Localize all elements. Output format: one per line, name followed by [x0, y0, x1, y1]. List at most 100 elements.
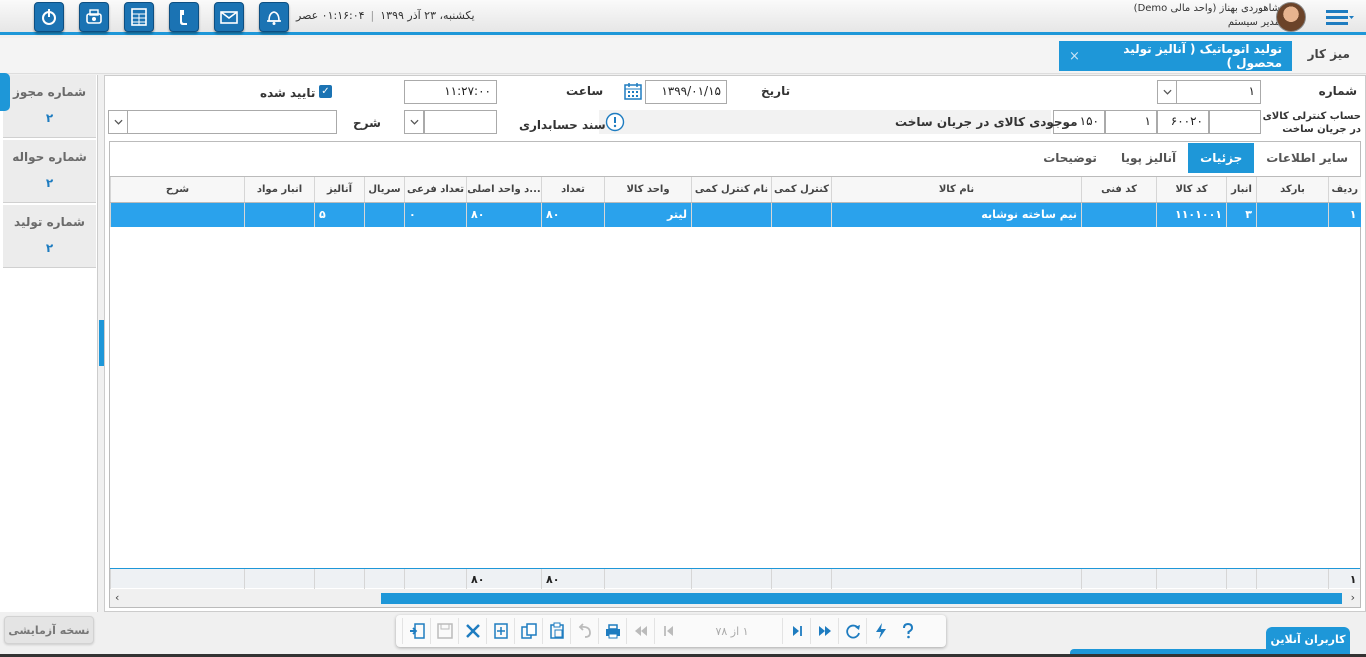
description-input[interactable] [126, 110, 337, 134]
license-number-value[interactable]: ۲ [3, 111, 96, 125]
time-label: ساعت [566, 84, 604, 98]
bell-icon[interactable] [259, 2, 289, 32]
table-cell[interactable]: ۰ [404, 202, 467, 227]
info-icon[interactable] [605, 112, 625, 132]
help-icon[interactable] [894, 618, 922, 644]
column-header[interactable]: شرح [110, 177, 245, 203]
lightning-icon[interactable] [866, 618, 894, 644]
control-account-field-2[interactable]: ۶۰۰۲۰ [1157, 110, 1209, 134]
hamburger-menu-icon[interactable] [1326, 9, 1354, 27]
horizontal-scrollbar[interactable]: ‹ › [110, 589, 1360, 607]
calculator-icon[interactable] [124, 2, 154, 32]
column-header[interactable]: ...د واحد اصلی [466, 177, 542, 203]
voucher-input[interactable] [424, 110, 497, 134]
remittance-number-value[interactable]: ۲ [3, 176, 96, 190]
column-header[interactable]: نام کالا [831, 177, 1082, 203]
details-grid: ردیف بارکد انبار کد کالا کد فنی نام کالا… [110, 176, 1361, 568]
table-cell[interactable]: ۱۱۰۱۰۰۱ [1156, 202, 1227, 227]
previous-record-icon[interactable] [654, 618, 682, 644]
power-icon[interactable] [34, 2, 64, 32]
copy-icon[interactable] [514, 618, 542, 644]
tab-details[interactable]: جزئیات [1188, 143, 1255, 173]
scrollbar-thumb[interactable] [381, 593, 1342, 604]
table-cell[interactable]: ۱ [1328, 202, 1361, 227]
table-row[interactable]: ۱ ۳ ۱۱۰۱۰۰۱ نیم ساخته نوشابه لیتر ۸۰ ۸۰ … [110, 202, 1361, 227]
details-panel: سایر اطلاعات جزئیات آنالیز پویا توضیحات … [109, 141, 1361, 608]
phone-icon[interactable] [169, 2, 199, 32]
voucher-label: سند حسابداری [519, 118, 606, 132]
time-input[interactable]: ۱۱:۲۷:۰۰ [404, 80, 497, 104]
date-input[interactable]: ۱۳۹۹/۰۱/۱۵ [645, 80, 727, 104]
number-dropdown[interactable] [1157, 80, 1177, 104]
number-input[interactable]: ۱ [1176, 80, 1261, 104]
column-header[interactable]: آنالیز [314, 177, 365, 203]
exit-icon[interactable] [402, 618, 430, 644]
print-server-icon[interactable] [79, 2, 109, 32]
column-header[interactable]: انبار مواد [244, 177, 315, 203]
first-record-icon[interactable] [626, 618, 654, 644]
approved-label: تایید شده [260, 86, 316, 100]
table-cell[interactable]: ۸۰ [466, 202, 542, 227]
paste-icon[interactable] [542, 618, 570, 644]
table-cell[interactable]: نیم ساخته نوشابه [831, 202, 1082, 227]
new-document-icon[interactable] [486, 618, 514, 644]
table-cell[interactable] [244, 202, 315, 227]
save-icon[interactable] [430, 618, 458, 644]
column-header[interactable]: نام کنترل کمی [691, 177, 772, 203]
current-date: یکشنبه، ۲۳ آذر ۱۳۹۹ [380, 9, 475, 22]
column-header[interactable]: کد کالا [1156, 177, 1227, 203]
approved-checkbox[interactable]: ✓ [319, 85, 332, 98]
delete-icon[interactable] [458, 618, 486, 644]
scroll-right-icon[interactable]: › [1351, 591, 1355, 604]
table-cell[interactable]: ۸۰ [541, 202, 605, 227]
control-account-field-1[interactable] [1209, 110, 1261, 134]
table-cell[interactable]: لیتر [604, 202, 692, 227]
calendar-icon[interactable] [623, 81, 643, 101]
table-cell[interactable] [1081, 202, 1157, 227]
top-toolbar-icons [34, 2, 289, 32]
table-cell[interactable]: ۳ [1226, 202, 1257, 227]
chevron-down-icon [1162, 89, 1172, 95]
table-cell[interactable]: ۵ [314, 202, 365, 227]
column-header[interactable]: واحد کالا [604, 177, 692, 203]
undo-icon[interactable] [570, 618, 598, 644]
online-users-button[interactable]: کاربران آنلاین [1266, 627, 1350, 651]
refresh-icon[interactable] [838, 618, 866, 644]
control-account-label: حساب کنترلی کالای در جریان ساخت [1262, 111, 1361, 135]
tab-auto-production[interactable]: تولید اتوماتیک ( آنالیز تولید محصول ) × [1059, 41, 1292, 71]
footer-cell [604, 569, 692, 589]
column-header[interactable]: انبار [1226, 177, 1257, 203]
control-account-field-3[interactable]: ۱ [1105, 110, 1157, 134]
footer-cell [1081, 569, 1157, 589]
voucher-dropdown[interactable] [404, 110, 424, 134]
table-cell[interactable] [364, 202, 405, 227]
table-cell[interactable] [1256, 202, 1329, 227]
tab-dynamic-analysis[interactable]: آنالیز پویا [1109, 143, 1188, 173]
column-header[interactable]: تعداد فرعی [404, 177, 467, 203]
last-record-icon[interactable] [810, 618, 838, 644]
production-number-value[interactable]: ۲ [3, 241, 96, 255]
close-icon[interactable]: × [1069, 49, 1080, 64]
footer-cell [364, 569, 405, 589]
column-header[interactable]: بارکد [1256, 177, 1329, 203]
table-cell[interactable] [110, 202, 245, 227]
avatar[interactable] [1276, 2, 1306, 32]
scroll-left-icon[interactable]: ‹ [115, 591, 119, 604]
footer-cell [1256, 569, 1329, 589]
column-header[interactable]: کنترل کمی [771, 177, 832, 203]
column-header[interactable]: کد فنی [1081, 177, 1157, 203]
table-cell[interactable] [771, 202, 832, 227]
tab-other-info[interactable]: سایر اطلاعات [1254, 143, 1360, 173]
side-panel-handle[interactable] [0, 73, 10, 111]
tab-dashboard[interactable]: میز کار [1308, 47, 1350, 61]
table-cell[interactable] [691, 202, 772, 227]
column-header[interactable]: سریال [364, 177, 405, 203]
mail-icon[interactable] [214, 2, 244, 32]
number-label: شماره [1318, 84, 1357, 98]
column-header[interactable]: تعداد [541, 177, 605, 203]
description-dropdown[interactable] [108, 110, 128, 134]
next-record-icon[interactable] [782, 618, 810, 644]
column-header[interactable]: ردیف [1328, 177, 1361, 203]
print-icon[interactable] [598, 618, 626, 644]
tab-notes[interactable]: توضیحات [1031, 143, 1109, 173]
